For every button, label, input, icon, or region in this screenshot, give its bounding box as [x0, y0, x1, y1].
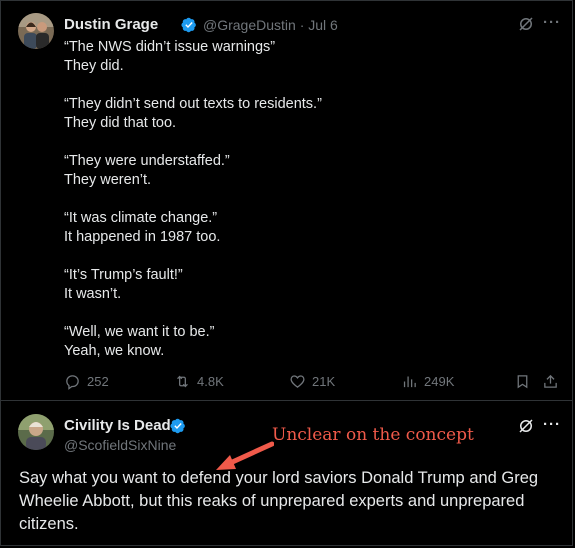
repost-icon [177, 375, 188, 388]
more-icon[interactable]: ··· [543, 14, 561, 31]
tweet-line: “It’s Trump’s fault!” [64, 267, 183, 283]
dot-separator: · [299, 17, 305, 33]
views-icon [403, 376, 416, 388]
reply-count: 252 [87, 374, 109, 389]
avatar-photo [18, 13, 54, 49]
author-name[interactable]: Civility Is Dead [64, 417, 171, 434]
share-icon [544, 374, 557, 388]
reply-icon [66, 375, 79, 390]
share-button[interactable] [542, 373, 559, 390]
author-handle-and-date: @GrageDustin · Jul 6 [203, 17, 338, 33]
annotation-label: Unclear on the concept [272, 425, 474, 445]
repost-button[interactable]: 4.8K [174, 373, 224, 390]
reply-text: Say what you want to defend your lord sa… [19, 469, 539, 533]
tweet-text: “The NWS didn’t issue warnings” They did… [64, 38, 322, 361]
author-handle[interactable]: @GrageDustin [203, 17, 296, 33]
line-break [64, 133, 322, 152]
author-name[interactable]: Dustin Grage [64, 16, 158, 33]
avatar-photo [18, 414, 54, 450]
reply-button[interactable]: 252 [64, 373, 109, 390]
tweet-date[interactable]: Jul 6 [308, 17, 338, 33]
tweet-actions: 252 4.8K 21K 249K [64, 373, 564, 393]
tweet-line: They did that too. [64, 115, 177, 131]
line-break [64, 76, 322, 95]
tweet-line: It happened in 1987 too. [64, 229, 221, 245]
more-icon[interactable]: ··· [543, 416, 561, 433]
verified-badge-icon [181, 17, 196, 33]
annotation-arrow-icon [216, 441, 274, 470]
bookmark-icon [517, 375, 528, 389]
tweet-line: “They didn’t send out texts to residents… [64, 96, 322, 112]
tweet-line: They weren’t. [64, 172, 152, 188]
avatar-civility-is-dead[interactable] [18, 414, 54, 450]
tweet-line: They did. [64, 58, 124, 74]
repost-count: 4.8K [197, 374, 224, 389]
verified-badge-icon [170, 418, 185, 434]
divider [1, 400, 572, 401]
tweet-line: “It was climate change.” [64, 210, 218, 226]
like-count: 21K [312, 374, 336, 389]
line-break [64, 247, 322, 266]
tweet-line: “The NWS didn’t issue warnings” [64, 39, 276, 55]
tweet-line: “Well, we want it to be.” [64, 324, 215, 340]
grok-icon[interactable] [517, 15, 535, 33]
like-icon [290, 375, 305, 388]
tweet-line: Yeah, we know. [64, 343, 165, 359]
author-handle[interactable]: @ScofieldSixNine [64, 437, 176, 453]
bookmark-button[interactable] [514, 373, 531, 390]
view-count: 249K [424, 374, 455, 389]
tweet-line: It wasn’t. [64, 286, 122, 302]
grok-icon[interactable] [517, 417, 535, 435]
views-button[interactable]: 249K [401, 373, 454, 390]
line-break [64, 190, 322, 209]
tweet-line: “They were understaffed.” [64, 153, 230, 169]
avatar-dustin-grage[interactable] [18, 13, 54, 49]
like-button[interactable]: 21K [289, 373, 335, 390]
line-break [64, 304, 322, 323]
